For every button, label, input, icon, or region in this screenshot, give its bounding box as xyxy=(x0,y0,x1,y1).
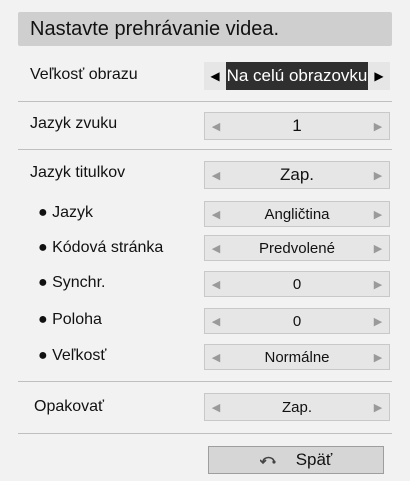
arrow-right-icon[interactable]: ▶ xyxy=(367,162,389,188)
size-label: ● Veľkosť xyxy=(38,347,107,364)
subtitle-lang-sub-value: Angličtina xyxy=(264,205,330,223)
arrow-right-icon[interactable]: ▶ xyxy=(367,345,389,369)
arrow-left-icon[interactable]: ◀ xyxy=(205,162,227,188)
subtitle-language-value: Zap. xyxy=(279,165,315,184)
audio-language-value: 1 xyxy=(292,116,302,135)
sync-value: 0 xyxy=(292,275,302,293)
code-page-label: ● Kódová stránka xyxy=(38,239,164,256)
arrow-right-icon[interactable]: ▶ xyxy=(367,236,389,260)
position-value: 0 xyxy=(292,312,302,330)
code-page-value: Predvolené xyxy=(259,239,335,257)
subtitle-language-label: Jazyk titulkov xyxy=(30,164,126,181)
position-selector[interactable]: ◀ 0 ▶ xyxy=(204,308,390,334)
sync-selector[interactable]: ◀ 0 ▶ xyxy=(204,271,390,297)
repeat-label: Opakovať xyxy=(34,398,105,415)
picture-size-selector[interactable]: ◀ Na celú obrazovku ▶ xyxy=(204,62,390,90)
subtitle-lang-sub-label: ● Jazyk xyxy=(38,204,94,221)
repeat-selector[interactable]: ◀ Zap. ▶ xyxy=(204,393,390,421)
arrow-left-icon[interactable]: ◀ xyxy=(205,113,227,139)
arrow-left-icon[interactable]: ◀ xyxy=(205,345,227,369)
divider xyxy=(18,149,392,150)
arrow-right-icon[interactable]: ▶ xyxy=(368,62,390,90)
arrow-left-icon[interactable]: ◀ xyxy=(204,62,226,90)
title-bar: Nastavte prehrávanie videa. xyxy=(18,12,392,46)
arrow-left-icon[interactable]: ◀ xyxy=(205,272,227,296)
arrow-left-icon[interactable]: ◀ xyxy=(205,202,227,226)
divider xyxy=(18,381,392,382)
picture-size-label: Veľkosť obrazu xyxy=(30,66,138,83)
arrow-right-icon[interactable]: ▶ xyxy=(367,113,389,139)
arrow-right-icon[interactable]: ▶ xyxy=(367,272,389,296)
arrow-left-icon[interactable]: ◀ xyxy=(205,394,227,420)
divider xyxy=(18,433,392,434)
picture-size-value: Na celú obrazovku xyxy=(226,62,368,90)
subtitle-lang-sub-selector[interactable]: ◀ Angličtina ▶ xyxy=(204,201,390,227)
arrow-left-icon[interactable]: ◀ xyxy=(205,309,227,333)
subtitle-language-selector[interactable]: ◀ Zap. ▶ xyxy=(204,161,390,189)
size-value: Normálne xyxy=(264,348,330,366)
panel-title: Nastavte prehrávanie videa. xyxy=(30,18,280,40)
position-label: ● Poloha xyxy=(38,311,102,328)
arrow-left-icon[interactable]: ◀ xyxy=(205,236,227,260)
audio-language-selector[interactable]: ◀ 1 ▶ xyxy=(204,112,390,140)
arrow-right-icon[interactable]: ▶ xyxy=(367,202,389,226)
audio-language-label: Jazyk zvuku xyxy=(30,115,118,132)
code-page-selector[interactable]: ◀ Predvolené ▶ xyxy=(204,235,390,261)
size-selector[interactable]: ◀ Normálne ▶ xyxy=(204,344,390,370)
back-button[interactable]: Späť xyxy=(208,446,384,474)
return-icon xyxy=(259,452,278,468)
arrow-right-icon[interactable]: ▶ xyxy=(367,309,389,333)
arrow-right-icon[interactable]: ▶ xyxy=(367,394,389,420)
back-button-label: Späť xyxy=(295,450,333,469)
video-playback-settings-panel: Nastavte prehrávanie videa. Veľkosť obra… xyxy=(0,0,410,481)
repeat-value: Zap. xyxy=(281,398,312,416)
sync-label: ● Synchr. xyxy=(38,274,106,291)
divider xyxy=(18,101,392,102)
